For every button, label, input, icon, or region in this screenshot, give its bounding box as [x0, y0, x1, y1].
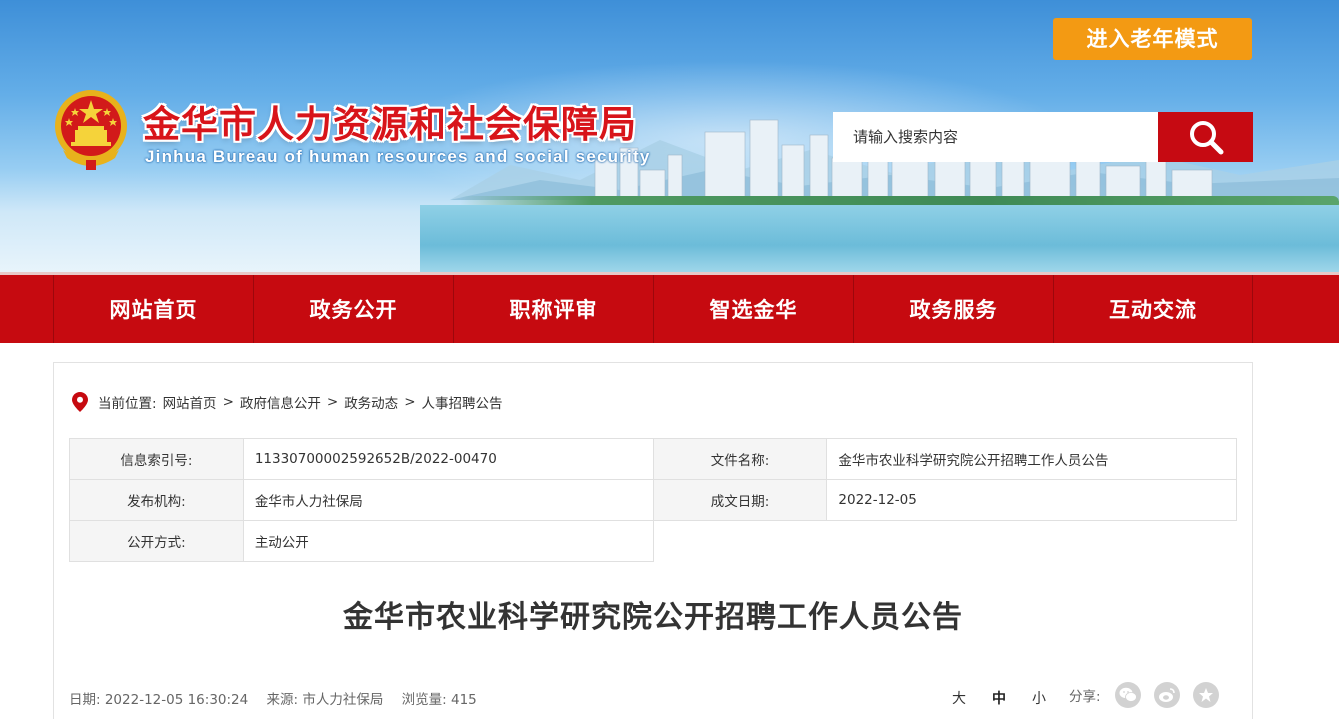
wechat-icon[interactable]	[1114, 682, 1141, 708]
search-button[interactable]	[1158, 112, 1253, 162]
meta-label-index: 信息索引号:	[69, 438, 244, 480]
breadcrumb-item-recruit[interactable]: 人事招聘公告	[422, 392, 503, 412]
site-subtitle: Jinhua Bureau of human resources and soc…	[145, 147, 651, 166]
meta-value-publisher: 金华市人力社保局	[242, 479, 654, 521]
share-bar: 分享:	[1069, 682, 1232, 708]
breadcrumb-item-home[interactable]: 网站首页	[163, 392, 217, 412]
meta-row: 公开方式: 主动公开	[69, 520, 1237, 562]
banner-river	[420, 205, 1339, 272]
nav-item-gov-affairs-open[interactable]: 政务公开	[253, 275, 453, 343]
article-title: 金华市农业科学研究院公开招聘工作人员公告	[343, 600, 963, 635]
breadcrumb: 当前位置: 网站首页 > 政府信息公开 > 政务动态 > 人事招聘公告	[72, 392, 503, 412]
article-info: 日期: 2022-12-05 16:30:24 来源: 市人力社保局 浏览量: …	[69, 688, 491, 708]
nav-item-zhixuan-jinhua[interactable]: 智选金华	[653, 275, 853, 343]
national-emblem-icon	[55, 90, 127, 170]
meta-label-date: 成文日期:	[652, 479, 828, 521]
article-source: 来源: 市人力社保局	[266, 692, 384, 708]
meta-row: 发布机构: 金华市人力社保局 成文日期: 2022-12-05	[69, 479, 1237, 521]
search-input[interactable]	[833, 112, 1158, 162]
font-size-large[interactable]: 大	[952, 688, 966, 708]
meta-value-date: 2022-12-05	[826, 479, 1237, 521]
breadcrumb-item-gov-info[interactable]: 政府信息公开	[240, 392, 321, 412]
font-size-control: 大 中 小	[952, 688, 1072, 708]
meta-row: 信息索引号: 11330700002592652B/2022-00470 文件名…	[69, 438, 1237, 480]
meta-empty-cell	[653, 520, 1237, 562]
meta-value-mode: 主动公开	[242, 520, 654, 562]
meta-label-mode: 公开方式:	[69, 520, 244, 562]
location-pin-icon	[72, 392, 88, 412]
breadcrumb-prefix: 当前位置:	[98, 396, 157, 412]
meta-label-filename: 文件名称:	[652, 438, 828, 480]
nav-item-interaction[interactable]: 互动交流	[1053, 275, 1253, 343]
site-title: 金华市人力资源和社会保障局	[143, 102, 637, 146]
main-nav: 网站首页 政务公开 职称评审 智选金华 政务服务 互动交流	[0, 272, 1339, 343]
font-size-small[interactable]: 小	[1032, 688, 1046, 708]
breadcrumb-separator: >	[326, 394, 339, 410]
meta-value-filename: 金华市农业科学研究院公开招聘工作人员公告	[826, 438, 1237, 480]
share-label: 分享:	[1069, 689, 1101, 705]
article-views: 浏览量: 415	[401, 692, 477, 708]
nav-item-gov-services[interactable]: 政务服务	[853, 275, 1053, 343]
breadcrumb-separator: >	[222, 394, 234, 410]
elder-mode-button[interactable]: 进入老年模式	[1053, 18, 1252, 60]
meta-label-publisher: 发布机构:	[69, 479, 244, 521]
nav-item-title-review[interactable]: 职称评审	[453, 275, 653, 343]
info-meta-table: 信息索引号: 11330700002592652B/2022-00470 文件名…	[69, 438, 1237, 562]
font-size-medium[interactable]: 中	[992, 688, 1006, 708]
weibo-icon[interactable]	[1153, 682, 1180, 708]
breadcrumb-item-gov-news[interactable]: 政务动态	[344, 392, 398, 412]
article-date: 日期: 2022-12-05 16:30:24	[69, 692, 249, 708]
meta-value-index: 11330700002592652B/2022-00470	[242, 438, 654, 480]
nav-item-home[interactable]: 网站首页	[53, 275, 253, 343]
breadcrumb-separator: >	[404, 394, 416, 410]
qzone-icon[interactable]	[1192, 682, 1219, 708]
magnifier-icon	[1189, 121, 1223, 155]
